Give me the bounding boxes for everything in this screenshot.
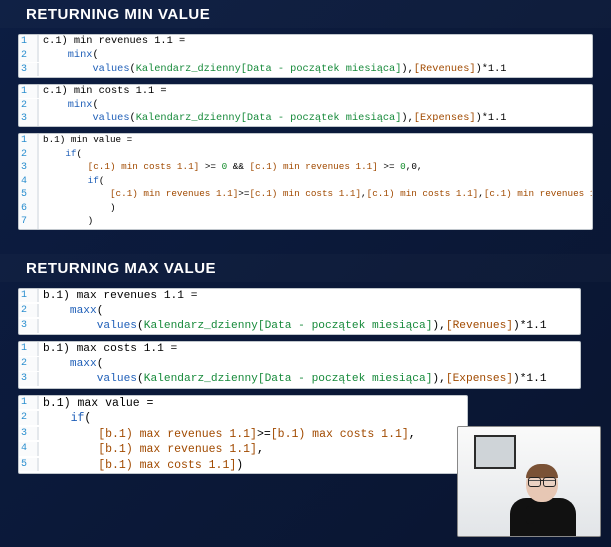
- code-block-max-revenues[interactable]: 1 b.1) max revenues 1.1 = 2 maxx( 3 valu…: [18, 288, 581, 335]
- line-number: 4: [19, 175, 39, 189]
- code-line[interactable]: c.1) min revenues 1.1 =: [39, 35, 189, 49]
- presenter-avatar: [504, 458, 582, 536]
- line-number: 1: [19, 342, 39, 356]
- code-line[interactable]: values(Kalendarz_dzienny[Data - początek…: [39, 63, 510, 77]
- line-number: 1: [19, 134, 39, 148]
- line-number: 6: [19, 202, 39, 216]
- code-line[interactable]: b.1) max value =: [39, 396, 157, 412]
- line-number: 3: [19, 372, 39, 386]
- screenshot-root: RETURNING MIN VALUE 1 c.1) min revenues …: [0, 0, 611, 547]
- code-line[interactable]: values(Kalendarz_dzienny[Data - początek…: [39, 112, 510, 126]
- section-title-min: RETURNING MIN VALUE: [0, 0, 611, 28]
- code-line[interactable]: maxx(: [39, 304, 107, 319]
- webcam-overlay: [457, 426, 601, 537]
- line-number: 2: [19, 99, 39, 113]
- code-line[interactable]: values(Kalendarz_dzienny[Data - początek…: [39, 372, 551, 387]
- code-line[interactable]: c.1) min costs 1.1 =: [39, 85, 171, 99]
- line-number: 3: [19, 161, 39, 175]
- line-number: 2: [19, 304, 39, 318]
- line-number: 2: [19, 357, 39, 371]
- line-number: 4: [19, 442, 39, 456]
- code-block-min-value[interactable]: 1 b.1) min value = 2 if( 3 [c.1) min cos…: [18, 133, 593, 230]
- line-number: 3: [19, 427, 39, 441]
- code-block-min-costs[interactable]: 1 c.1) min costs 1.1 = 2 minx( 3 values(…: [18, 84, 593, 128]
- line-number: 2: [19, 411, 39, 425]
- code-line[interactable]: [b.1) max costs 1.1]): [39, 458, 247, 474]
- line-number: 3: [19, 112, 39, 126]
- line-number: 2: [19, 148, 39, 162]
- code-line[interactable]: if(: [39, 175, 108, 188]
- code-line[interactable]: minx(: [39, 99, 103, 113]
- line-number: 1: [19, 289, 39, 303]
- code-line[interactable]: [c.1) min costs 1.1] >= 0 && [c.1) min r…: [39, 161, 426, 174]
- line-number: 1: [19, 396, 39, 410]
- code-line[interactable]: ): [39, 202, 120, 215]
- code-line[interactable]: minx(: [39, 49, 103, 63]
- code-line[interactable]: if(: [39, 411, 95, 427]
- code-line[interactable]: if(: [39, 148, 86, 161]
- code-line[interactable]: maxx(: [39, 357, 107, 372]
- line-number: 5: [19, 188, 39, 202]
- code-line[interactable]: [b.1) max revenues 1.1],: [39, 442, 268, 458]
- line-number: 1: [19, 85, 39, 99]
- code-line[interactable]: b.1) max revenues 1.1 =: [39, 289, 201, 304]
- line-number: 5: [19, 458, 39, 472]
- code-line[interactable]: [b.1) max revenues 1.1]>=[b.1) max costs…: [39, 427, 420, 443]
- code-line[interactable]: [c.1) min revenues 1.1]>=[c.1) min costs…: [39, 188, 593, 201]
- code-block-max-costs[interactable]: 1 b.1) max costs 1.1 = 2 maxx( 3 values(…: [18, 341, 581, 388]
- line-number: 7: [19, 215, 39, 229]
- section-title-max: RETURNING MAX VALUE: [0, 254, 611, 282]
- code-line[interactable]: values(Kalendarz_dzienny[Data - początek…: [39, 319, 551, 334]
- min-blocks: 1 c.1) min revenues 1.1 = 2 minx( 3 valu…: [0, 34, 611, 230]
- line-number: 2: [19, 49, 39, 63]
- code-line[interactable]: b.1) max costs 1.1 =: [39, 342, 181, 357]
- line-number: 3: [19, 63, 39, 77]
- code-line[interactable]: b.1) min value =: [39, 134, 136, 147]
- code-line[interactable]: ): [39, 215, 97, 228]
- line-number: 1: [19, 35, 39, 49]
- code-block-min-revenues[interactable]: 1 c.1) min revenues 1.1 = 2 minx( 3 valu…: [18, 34, 593, 78]
- code-block-max-value[interactable]: 1 b.1) max value = 2 if( 3 [b.1) max rev…: [18, 395, 468, 475]
- line-number: 3: [19, 319, 39, 333]
